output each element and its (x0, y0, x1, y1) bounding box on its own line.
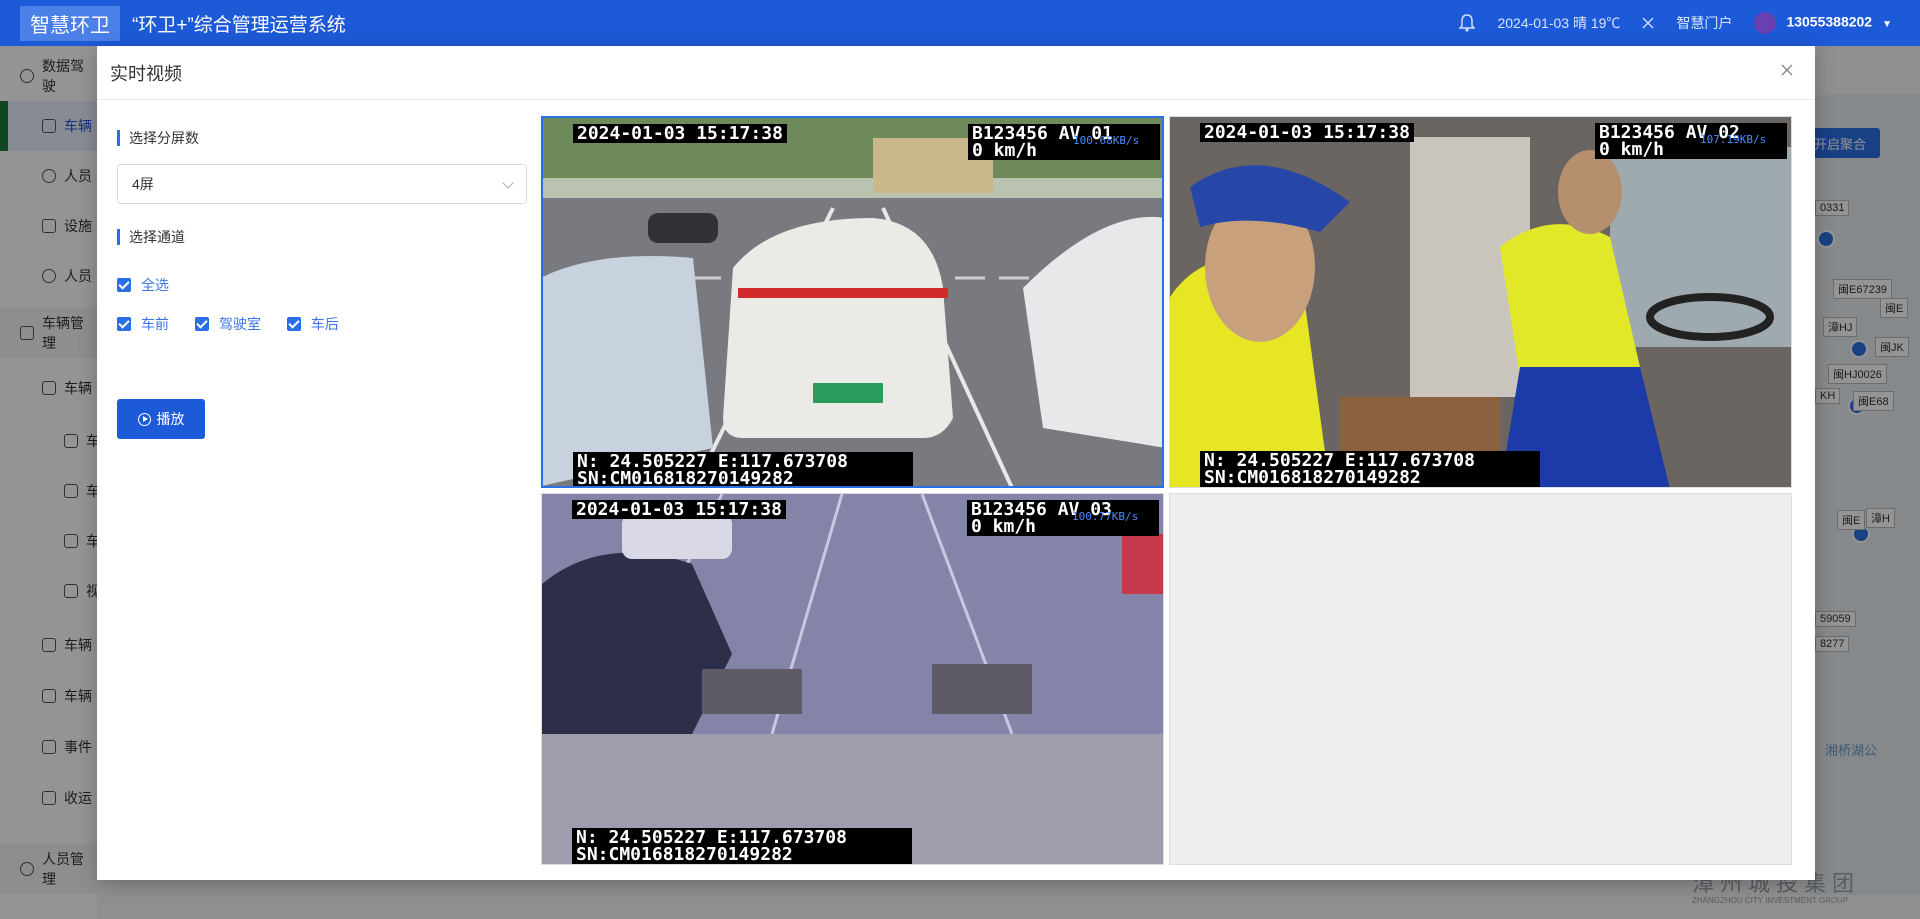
channel-label: 选择通道 (117, 229, 527, 245)
video-cell-empty[interactable] (1169, 493, 1792, 865)
modal-header: 实时视频 (97, 46, 1815, 100)
video-frame-cab (1170, 117, 1791, 487)
avatar (1754, 12, 1777, 34)
video-bitrate: 100.77KB/s (1072, 510, 1139, 523)
video-timestamp: 2024-01-03 15:17:38 (572, 500, 786, 519)
checkbox-checked-icon (286, 317, 301, 331)
modal-title: 实时视频 (110, 64, 182, 84)
play-button-label: 播放 (156, 411, 185, 427)
video-bitrate: 100.68KB/s (1073, 134, 1140, 147)
checkbox-checked-icon (194, 317, 209, 331)
video-bitrate: 107.19KB/s (1700, 133, 1767, 146)
user-phone: 13055388202 (1786, 13, 1873, 30)
channel-label-cab: 驾驶室 (218, 316, 261, 332)
datetime-weather: 2024-01-03 晴 19℃ (1497, 15, 1621, 31)
video-gps-sn: N: 24.505227 E:117.673708 SN:CM0168182701… (572, 828, 912, 864)
video-sn: SN:CM016818270149282 (576, 844, 793, 865)
bell-icon[interactable] (1459, 14, 1476, 32)
header-right: 2024-01-03 晴 19℃ 智慧门户 13055388202 ▼ (1459, 0, 1892, 46)
channel-label-front: 车前 (141, 316, 169, 332)
video-cell-front[interactable]: 2024-01-03 15:17:38 B123456 AV 01 0 km/h … (541, 116, 1164, 488)
select-all-checkbox[interactable]: 全选 (117, 275, 169, 295)
portal-link[interactable]: 智慧门户 (1676, 13, 1732, 33)
video-gps-sn: N: 24.505227 E:117.673708 SN:CM0168182701… (1200, 451, 1540, 487)
select-all-label: 全选 (141, 277, 169, 293)
video-sn: SN:CM016818270149282 (577, 468, 794, 488)
channel-checkbox-front[interactable]: 车前 (117, 314, 169, 334)
channel-checkbox-cab[interactable]: 驾驶室 (194, 314, 261, 334)
split-count-select[interactable]: 4屏 (117, 164, 527, 204)
video-speed: 0 km/h (972, 140, 1038, 161)
user-menu[interactable]: 13055388202 ▼ (1754, 12, 1892, 34)
channel-checkbox-rear[interactable]: 车后 (286, 314, 339, 334)
collapse-icon[interactable] (1642, 17, 1654, 29)
video-cell-rear[interactable]: 2024-01-03 15:17:38 B123456 AV 03 0 km/h … (541, 493, 1164, 865)
realtime-video-modal: 实时视频 选择分屏数 4屏 选择通道 全选 车前 驾驶室 车后 播放 2024-… (97, 46, 1815, 880)
video-timestamp: 2024-01-03 15:17:38 (1200, 123, 1414, 142)
system-title: “环卫+”综合管理运营系统 (132, 14, 346, 36)
split-count-label: 选择分屏数 (117, 130, 527, 146)
chevron-down-icon (502, 177, 514, 189)
play-button[interactable]: 播放 (117, 399, 205, 439)
video-frame-front (543, 118, 1162, 486)
control-panel: 选择分屏数 4屏 选择通道 全选 车前 驾驶室 车后 播放 (117, 122, 527, 439)
channel-label-rear: 车后 (310, 316, 339, 332)
app-logo[interactable]: 智慧环卫 (20, 5, 120, 41)
video-cell-cab[interactable]: 2024-01-03 15:17:38 B123456 AV 02 0 km/h … (1169, 116, 1792, 488)
video-speed: 0 km/h (1599, 139, 1665, 160)
video-sn: SN:CM016818270149282 (1204, 467, 1421, 488)
select-all-row: 全选 (117, 275, 527, 295)
video-gps-sn: N: 24.505227 E:117.673708 SN:CM0168182701… (573, 452, 913, 488)
video-timestamp: 2024-01-03 15:17:38 (573, 124, 787, 143)
video-grid: 2024-01-03 15:17:38 B123456 AV 01 0 km/h … (541, 116, 1795, 865)
split-count-value: 4屏 (132, 176, 154, 192)
chevron-down-icon: ▼ (1882, 18, 1892, 30)
close-icon[interactable] (1779, 62, 1795, 78)
top-header: 智慧环卫 “环卫+”综合管理运营系统 2024-01-03 晴 19℃ 智慧门户… (0, 0, 1920, 46)
play-circle-icon (137, 412, 151, 426)
checkbox-checked-icon (117, 317, 131, 331)
video-frame-rear (542, 494, 1163, 864)
checkbox-checked-icon (117, 278, 131, 292)
channel-checkbox-row: 车前 驾驶室 车后 (117, 314, 527, 334)
video-speed: 0 km/h (971, 516, 1037, 537)
